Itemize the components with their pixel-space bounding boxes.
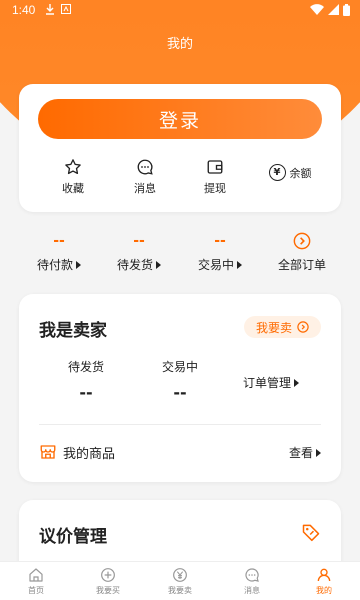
order-manage-label: 订单管理 <box>243 376 292 390</box>
home-icon <box>28 566 44 584</box>
signal-icon <box>328 4 339 19</box>
status-bar: 1:40 <box>0 0 360 22</box>
star-icon <box>43 156 103 178</box>
price-tag-icon[interactable] <box>301 522 321 546</box>
sell-button-label: 我要卖 <box>255 320 292 335</box>
tab-buy-label: 我要买 <box>96 586 120 595</box>
withdraw-button[interactable]: 提现 <box>185 156 245 196</box>
arrow-circle-right-icon <box>262 230 342 252</box>
tab-home-label: 首页 <box>28 586 44 595</box>
divider <box>39 424 321 425</box>
view-goods-link[interactable]: 查看 <box>289 444 321 461</box>
tab-home[interactable]: 首页 <box>0 562 72 600</box>
order-manage-link[interactable]: 订单管理 <box>243 374 300 391</box>
seller-in-transaction-label: 交易中 <box>161 360 198 374</box>
view-goods-label: 查看 <box>288 445 313 460</box>
tab-mine-label: 我的 <box>316 586 332 595</box>
messages-button[interactable]: 消息 <box>115 156 175 196</box>
bottom-tab-bar: 首页 我要买 我要卖 消息 我的 <box>0 561 360 600</box>
download-icon <box>44 4 56 16</box>
yen-circle-icon <box>172 566 188 584</box>
tab-sell-label: 我要卖 <box>168 586 192 595</box>
login-card: 登录 收藏 消息 提现 ¥ 余额 <box>19 84 341 212</box>
caret-right-icon <box>294 379 300 387</box>
caret-right-icon <box>156 261 161 269</box>
status-time: 1:40 <box>12 3 36 17</box>
all-orders-label: 全部订单 <box>277 258 326 272</box>
seller-in-transaction[interactable]: 交易中 -- <box>135 358 225 402</box>
page-title: 我的 <box>166 37 193 52</box>
chat-icon <box>115 156 175 178</box>
messages-label: 消息 <box>134 182 156 195</box>
tab-mine[interactable]: 我的 <box>288 562 360 600</box>
seller-pending-shipment-value: -- <box>79 383 93 402</box>
caret-right-icon <box>237 261 242 269</box>
pending-payment-label: 待付款 <box>36 258 73 272</box>
seller-pending-shipment-label: 待发货 <box>67 360 104 374</box>
seller-title: 我是卖家 <box>39 321 107 341</box>
order-status-row: -- 待付款 -- 待发货 -- 交易中 全部订单 <box>0 230 360 278</box>
arrow-circle-right-icon <box>297 321 309 333</box>
app-notification-icon <box>60 4 72 16</box>
battery-icon <box>343 4 350 19</box>
balance-button[interactable]: ¥ 余额 <box>255 164 325 181</box>
order-pending-payment[interactable]: -- 待付款 <box>19 230 99 273</box>
chat-icon <box>244 566 260 584</box>
favorites-label: 收藏 <box>62 182 84 195</box>
pending-shipment-label: 待发货 <box>116 258 153 272</box>
wallet-icon <box>185 156 245 178</box>
my-goods-row[interactable]: 我的商品 查看 <box>39 440 321 464</box>
user-icon <box>316 566 332 584</box>
pending-shipment-count: -- <box>133 233 145 249</box>
login-button[interactable]: 登录 <box>38 99 322 139</box>
favorites-button[interactable]: 收藏 <box>43 156 103 196</box>
my-goods-label: 我的商品 <box>63 446 116 462</box>
yen-icon: ¥ <box>268 164 286 181</box>
caret-right-icon <box>316 448 321 457</box>
tab-sell[interactable]: 我要卖 <box>144 562 216 600</box>
tab-messages[interactable]: 消息 <box>216 562 288 600</box>
seller-in-transaction-value: -- <box>173 383 187 402</box>
in-transaction-label: 交易中 <box>197 258 234 272</box>
withdraw-label: 提现 <box>204 182 226 195</box>
wifi-icon <box>310 4 324 19</box>
balance-label: 余额 <box>289 166 312 180</box>
order-pending-shipment[interactable]: -- 待发货 <box>99 230 179 273</box>
plus-circle-icon <box>100 566 116 584</box>
order-in-transaction[interactable]: -- 交易中 <box>180 230 260 273</box>
seller-pending-shipment[interactable]: 待发货 -- <box>41 358 131 402</box>
in-transaction-count: -- <box>214 233 226 249</box>
sell-button[interactable]: 我要卖 <box>244 316 321 338</box>
price-negotiation-title: 议价管理 <box>39 527 107 547</box>
pending-payment-count: -- <box>53 233 65 249</box>
caret-right-icon <box>76 261 81 269</box>
seller-card: 我是卖家 我要卖 待发货 -- 交易中 -- 订单管理 我的商品 查看 <box>19 294 341 482</box>
tab-messages-label: 消息 <box>244 586 260 595</box>
shop-icon <box>39 443 57 461</box>
order-all[interactable]: 全部订单 <box>262 230 342 273</box>
tab-buy[interactable]: 我要买 <box>72 562 144 600</box>
